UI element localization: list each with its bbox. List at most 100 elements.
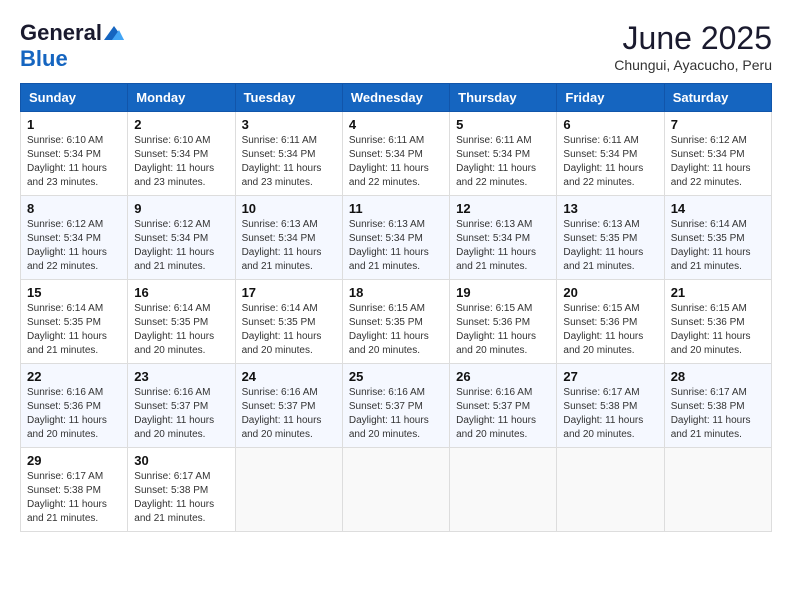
calendar-cell: 23 Sunrise: 6:16 AM Sunset: 5:37 PM Dayli… xyxy=(128,364,235,448)
calendar-cell: 4 Sunrise: 6:11 AM Sunset: 5:34 PM Daylig… xyxy=(342,112,449,196)
location: Chungui, Ayacucho, Peru xyxy=(614,57,772,73)
day-info: Sunrise: 6:12 AM Sunset: 5:34 PM Dayligh… xyxy=(671,134,765,190)
calendar-cell: 16 Sunrise: 6:14 AM Sunset: 5:35 PM Dayli… xyxy=(128,280,235,364)
calendar-week-row: 8 Sunrise: 6:12 AM Sunset: 5:34 PM Daylig… xyxy=(21,196,772,280)
calendar-cell: 21Sunrise: 6:15 AM Sunset: 5:36 PM Dayli… xyxy=(664,280,771,364)
day-info: Sunrise: 6:11 AM Sunset: 5:34 PM Dayligh… xyxy=(349,134,443,190)
day-number: 9 xyxy=(134,201,228,216)
day-info: Sunrise: 6:14 AM Sunset: 5:35 PM Dayligh… xyxy=(242,302,336,358)
day-info: Sunrise: 6:14 AM Sunset: 5:35 PM Dayligh… xyxy=(27,302,121,358)
weekday-header-saturday: Saturday xyxy=(664,84,771,112)
calendar-cell: 8 Sunrise: 6:12 AM Sunset: 5:34 PM Daylig… xyxy=(21,196,128,280)
calendar-cell xyxy=(557,448,664,532)
calendar-cell: 30Sunrise: 6:17 AM Sunset: 5:38 PM Dayli… xyxy=(128,448,235,532)
calendar-cell: 5Sunrise: 6:11 AM Sunset: 5:34 PM Daylig… xyxy=(450,112,557,196)
day-number: 14 xyxy=(671,201,765,216)
calendar-cell: 6 Sunrise: 6:11 AM Sunset: 5:34 PM Daylig… xyxy=(557,112,664,196)
calendar-cell: 14 Sunrise: 6:14 AM Sunset: 5:35 PM Dayli… xyxy=(664,196,771,280)
calendar-cell: 11 Sunrise: 6:13 AM Sunset: 5:34 PM Dayli… xyxy=(342,196,449,280)
day-info: Sunrise: 6:16 AM Sunset: 5:37 PM Dayligh… xyxy=(134,386,228,442)
calendar-cell: 12 Sunrise: 6:13 AM Sunset: 5:34 PM Dayli… xyxy=(450,196,557,280)
day-number: 23 xyxy=(134,369,228,384)
logo-icon xyxy=(104,26,124,40)
day-info: Sunrise: 6:13 AM Sunset: 5:34 PM Dayligh… xyxy=(349,218,443,274)
calendar-cell: 28Sunrise: 6:17 AM Sunset: 5:38 PM Dayli… xyxy=(664,364,771,448)
day-number: 30 xyxy=(134,453,228,468)
day-info: Sunrise: 6:15 AM Sunset: 5:36 PM Dayligh… xyxy=(671,302,765,358)
calendar-cell: 15 Sunrise: 6:14 AM Sunset: 5:35 PM Dayli… xyxy=(21,280,128,364)
day-number: 3 xyxy=(242,117,336,132)
logo-blue: Blue xyxy=(20,46,68,72)
weekday-header-tuesday: Tuesday xyxy=(235,84,342,112)
weekday-header-monday: Monday xyxy=(128,84,235,112)
day-number: 22 xyxy=(27,369,121,384)
calendar-cell xyxy=(235,448,342,532)
calendar-week-row: 29 Sunrise: 6:17 AM Sunset: 5:38 PM Dayli… xyxy=(21,448,772,532)
weekday-header-sunday: Sunday xyxy=(21,84,128,112)
calendar-cell: 1 Sunrise: 6:10 AM Sunset: 5:34 PM Daylig… xyxy=(21,112,128,196)
day-number: 15 xyxy=(27,285,121,300)
day-info: Sunrise: 6:13 AM Sunset: 5:34 PM Dayligh… xyxy=(242,218,336,274)
day-number: 16 xyxy=(134,285,228,300)
day-info: Sunrise: 6:12 AM Sunset: 5:34 PM Dayligh… xyxy=(27,218,121,274)
day-number: 5 xyxy=(456,117,550,132)
day-info: Sunrise: 6:16 AM Sunset: 5:37 PM Dayligh… xyxy=(349,386,443,442)
day-info: Sunrise: 6:17 AM Sunset: 5:38 PM Dayligh… xyxy=(27,470,121,526)
weekday-header-row: SundayMondayTuesdayWednesdayThursdayFrid… xyxy=(21,84,772,112)
page-header: General Blue June 2025 Chungui, Ayacucho… xyxy=(20,20,772,73)
day-info: Sunrise: 6:11 AM Sunset: 5:34 PM Dayligh… xyxy=(563,134,657,190)
day-number: 1 xyxy=(27,117,121,132)
day-number: 20 xyxy=(563,285,657,300)
day-info: Sunrise: 6:10 AM Sunset: 5:34 PM Dayligh… xyxy=(134,134,228,190)
day-number: 2 xyxy=(134,117,228,132)
weekday-header-thursday: Thursday xyxy=(450,84,557,112)
day-number: 7 xyxy=(671,117,765,132)
day-number: 18 xyxy=(349,285,443,300)
day-info: Sunrise: 6:13 AM Sunset: 5:35 PM Dayligh… xyxy=(563,218,657,274)
calendar-week-row: 22 Sunrise: 6:16 AM Sunset: 5:36 PM Dayli… xyxy=(21,364,772,448)
calendar-cell: 17Sunrise: 6:14 AM Sunset: 5:35 PM Dayli… xyxy=(235,280,342,364)
calendar-cell: 9 Sunrise: 6:12 AM Sunset: 5:34 PM Daylig… xyxy=(128,196,235,280)
day-number: 29 xyxy=(27,453,121,468)
day-info: Sunrise: 6:16 AM Sunset: 5:36 PM Dayligh… xyxy=(27,386,121,442)
calendar-cell: 29 Sunrise: 6:17 AM Sunset: 5:38 PM Dayli… xyxy=(21,448,128,532)
day-info: Sunrise: 6:13 AM Sunset: 5:34 PM Dayligh… xyxy=(456,218,550,274)
calendar-cell: 18 Sunrise: 6:15 AM Sunset: 5:35 PM Dayli… xyxy=(342,280,449,364)
calendar-cell: 20 Sunrise: 6:15 AM Sunset: 5:36 PM Dayli… xyxy=(557,280,664,364)
day-info: Sunrise: 6:14 AM Sunset: 5:35 PM Dayligh… xyxy=(671,218,765,274)
day-number: 27 xyxy=(563,369,657,384)
logo-general: General xyxy=(20,20,102,46)
day-number: 11 xyxy=(349,201,443,216)
day-number: 28 xyxy=(671,369,765,384)
day-number: 24 xyxy=(242,369,336,384)
calendar-cell: 2 Sunrise: 6:10 AM Sunset: 5:34 PM Daylig… xyxy=(128,112,235,196)
calendar-cell: 10 Sunrise: 6:13 AM Sunset: 5:34 PM Dayli… xyxy=(235,196,342,280)
day-info: Sunrise: 6:16 AM Sunset: 5:37 PM Dayligh… xyxy=(456,386,550,442)
day-number: 10 xyxy=(242,201,336,216)
day-info: Sunrise: 6:10 AM Sunset: 5:34 PM Dayligh… xyxy=(27,134,121,190)
calendar-cell: 3Sunrise: 6:11 AM Sunset: 5:34 PM Daylig… xyxy=(235,112,342,196)
calendar-cell: 19Sunrise: 6:15 AM Sunset: 5:36 PM Dayli… xyxy=(450,280,557,364)
day-info: Sunrise: 6:15 AM Sunset: 5:35 PM Dayligh… xyxy=(349,302,443,358)
day-info: Sunrise: 6:16 AM Sunset: 5:37 PM Dayligh… xyxy=(242,386,336,442)
title-area: June 2025 Chungui, Ayacucho, Peru xyxy=(614,20,772,73)
day-number: 26 xyxy=(456,369,550,384)
calendar-cell xyxy=(664,448,771,532)
day-number: 4 xyxy=(349,117,443,132)
day-info: Sunrise: 6:15 AM Sunset: 5:36 PM Dayligh… xyxy=(563,302,657,358)
calendar-week-row: 1 Sunrise: 6:10 AM Sunset: 5:34 PM Daylig… xyxy=(21,112,772,196)
day-info: Sunrise: 6:14 AM Sunset: 5:35 PM Dayligh… xyxy=(134,302,228,358)
day-info: Sunrise: 6:12 AM Sunset: 5:34 PM Dayligh… xyxy=(134,218,228,274)
calendar-cell: 27 Sunrise: 6:17 AM Sunset: 5:38 PM Dayli… xyxy=(557,364,664,448)
day-number: 25 xyxy=(349,369,443,384)
logo: General Blue xyxy=(20,20,124,72)
day-info: Sunrise: 6:17 AM Sunset: 5:38 PM Dayligh… xyxy=(563,386,657,442)
day-number: 8 xyxy=(27,201,121,216)
calendar-cell xyxy=(342,448,449,532)
day-number: 6 xyxy=(563,117,657,132)
calendar-cell: 13Sunrise: 6:13 AM Sunset: 5:35 PM Dayli… xyxy=(557,196,664,280)
calendar-cell: 26 Sunrise: 6:16 AM Sunset: 5:37 PM Dayli… xyxy=(450,364,557,448)
calendar-cell xyxy=(450,448,557,532)
day-number: 12 xyxy=(456,201,550,216)
calendar-cell: 24 Sunrise: 6:16 AM Sunset: 5:37 PM Dayli… xyxy=(235,364,342,448)
